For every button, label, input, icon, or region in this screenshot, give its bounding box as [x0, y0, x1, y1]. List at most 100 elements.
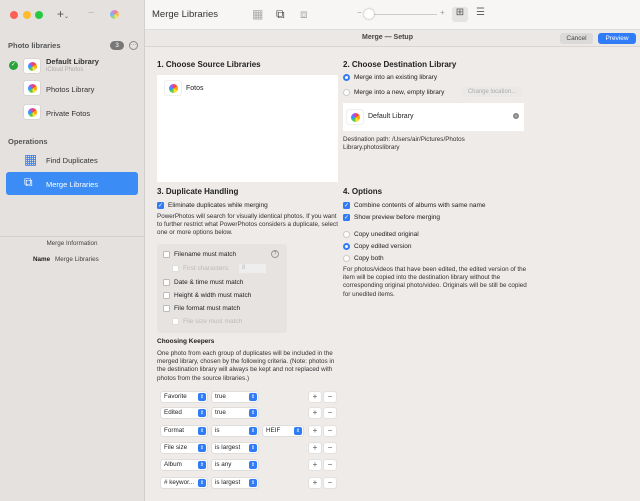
operation-find-duplicates[interactable]: ▦ Find Duplicates	[6, 150, 138, 170]
cancel-button[interactable]: Cancel	[560, 33, 593, 44]
close-button[interactable]	[10, 11, 18, 19]
rule-field-popup[interactable]: # keywor... ⇕	[161, 478, 207, 488]
zoom-slider[interactable]	[365, 14, 437, 15]
destination-library-box[interactable]: Default Library ×	[343, 103, 524, 131]
rule-field-popup[interactable]: Format ⇕	[161, 426, 207, 436]
destination-library-name: Default Library	[368, 113, 414, 120]
library-item-photos[interactable]: Photos Library	[24, 81, 139, 97]
list-view-icon[interactable]: ☰	[476, 7, 485, 18]
popup-arrows-icon: ⇕	[198, 393, 206, 401]
find-duplicates-toolbar-icon[interactable]: ▦	[252, 7, 263, 21]
rule-field-popup[interactable]: Album ⇕	[161, 460, 207, 470]
copy-both-radio[interactable]: Copy both	[343, 255, 384, 262]
options-description: For photos/videos that have been edited,…	[343, 266, 527, 298]
combine-albums-checkbox[interactable]: ✓ Combine contents of albums with same na…	[343, 202, 486, 209]
merge-new-radio[interactable]: Merge into a new, empty library	[343, 89, 444, 96]
preview-button[interactable]: Preview	[598, 33, 636, 44]
source-library-list[interactable]: Fotos	[157, 75, 338, 182]
add-rule-button[interactable]: +	[309, 478, 321, 488]
dimensions-checkbox[interactable]: Height & width must match	[163, 292, 251, 299]
photos-app-icon[interactable]	[110, 10, 119, 19]
add-rule-button[interactable]: +	[309, 408, 321, 418]
compare-toolbar-icon[interactable]: ⧈	[300, 7, 308, 22]
add-rule-button[interactable]: +	[309, 460, 321, 470]
copy-edited-radio[interactable]: Copy edited version	[343, 243, 411, 250]
first-characters-input[interactable]: 8	[239, 264, 266, 273]
operation-merge-libraries[interactable]: ⧉ Merge Libraries	[6, 172, 138, 195]
merge-toolbar-icon[interactable]: ⧉	[276, 7, 285, 22]
remove-rule-button[interactable]: −	[324, 460, 336, 470]
name-value: Merge Libraries	[55, 256, 99, 263]
rule-operator-popup[interactable]: is largest ⇕	[212, 478, 258, 488]
change-location-button[interactable]: Change location...	[462, 87, 522, 97]
remove-destination-icon[interactable]: ×	[513, 113, 519, 119]
zoom-slider-knob[interactable]	[364, 9, 374, 19]
popup-arrows-icon: ⇕	[249, 479, 257, 487]
popup-arrows-icon: ⇕	[198, 479, 206, 487]
rule-value-popup[interactable]: HEIF ⇕	[263, 426, 303, 436]
add-rule-button[interactable]: +	[309, 426, 321, 436]
remove-rule-button[interactable]: −	[324, 443, 336, 453]
duplicates-description: PowerPhotos will search for visually ide…	[157, 213, 338, 237]
operation-label: Merge Libraries	[46, 180, 99, 189]
remove-icon[interactable]: −	[88, 7, 94, 19]
photos-library-icon	[24, 105, 40, 119]
popup-arrows-icon: ⇕	[198, 461, 206, 469]
zoom-in-icon[interactable]: +	[440, 8, 445, 17]
remove-rule-button[interactable]: −	[324, 478, 336, 488]
options-title: 4. Options	[343, 187, 383, 196]
filename-checkbox[interactable]: Filename must match	[163, 251, 236, 258]
rule-field-popup[interactable]: File size ⇕	[161, 443, 207, 453]
add-rule-button[interactable]: +	[309, 443, 321, 453]
format-checkbox[interactable]: File format must match	[163, 305, 240, 312]
zoom-out-icon[interactable]: −	[357, 8, 362, 17]
rule-operator-popup[interactable]: is ⇕	[212, 426, 258, 436]
library-count-badge: 3	[110, 41, 124, 50]
photos-library-icon	[165, 81, 181, 95]
operations-header: Operations	[8, 137, 48, 146]
photos-library-icon	[24, 59, 40, 73]
eliminate-duplicates-checkbox[interactable]: ✓ Eliminate duplicates while merging	[157, 202, 268, 209]
merge-icon: ⧉	[24, 175, 33, 189]
first-characters-checkbox[interactable]: First characters:	[172, 265, 230, 272]
library-item-private[interactable]: Private Fotos	[24, 105, 139, 121]
library-item-default[interactable]: Default Library iCloud Photos	[24, 57, 139, 77]
source-title: 1. Choose Source Libraries	[157, 60, 261, 69]
popup-arrows-icon: ⇕	[198, 409, 206, 417]
name-label: Name	[33, 256, 51, 263]
sidebar: +⌄ − Photo libraries 3 ··· ✓ Default Lib…	[0, 0, 145, 501]
rule-operator-popup[interactable]: true ⇕	[212, 392, 258, 402]
setup-header: Merge — Setup Cancel Preview	[145, 30, 640, 47]
rule-operator-popup[interactable]: is any ⇕	[212, 460, 258, 470]
datetime-checkbox[interactable]: Date & time must match	[163, 279, 243, 286]
add-menu-icon[interactable]: +⌄	[57, 7, 69, 21]
divider	[0, 236, 144, 237]
remove-rule-button[interactable]: −	[324, 408, 336, 418]
zoom-button[interactable]	[35, 11, 43, 19]
more-icon[interactable]: ···	[129, 41, 138, 50]
match-options-box: Filename must match ? First characters: …	[157, 244, 287, 333]
show-preview-checkbox[interactable]: ✓ Show preview before merging	[343, 214, 440, 221]
remove-rule-button[interactable]: −	[324, 392, 336, 402]
rule-operator-popup[interactable]: true ⇕	[212, 408, 258, 418]
minimize-button[interactable]	[23, 11, 31, 19]
operation-label: Find Duplicates	[46, 156, 98, 165]
rule-field-popup[interactable]: Favorite ⇕	[161, 392, 207, 402]
copy-unedited-radio[interactable]: Copy unedited original	[343, 231, 419, 238]
rule-field-popup[interactable]: Edited ⇕	[161, 408, 207, 418]
popup-arrows-icon: ⇕	[249, 427, 257, 435]
add-rule-button[interactable]: +	[309, 392, 321, 402]
grid-view-icon[interactable]: ⊞	[452, 7, 468, 22]
setup-title: Merge — Setup	[362, 34, 413, 41]
window-title: Merge Libraries	[152, 9, 218, 20]
remove-rule-button[interactable]: −	[324, 426, 336, 436]
help-icon[interactable]: ?	[271, 250, 279, 258]
find-duplicates-icon: ▦	[24, 151, 38, 167]
check-icon: ✓	[9, 61, 18, 70]
merge-info-header: Merge Information	[46, 240, 98, 247]
filesize-checkbox[interactable]: File size must match	[172, 318, 242, 325]
merge-existing-radio[interactable]: Merge into an existing library	[343, 74, 437, 81]
library-name: Private Fotos	[46, 109, 91, 118]
keepers-description: One photo from each group of duplicates …	[157, 350, 335, 382]
rule-operator-popup[interactable]: is largest ⇕	[212, 443, 258, 453]
